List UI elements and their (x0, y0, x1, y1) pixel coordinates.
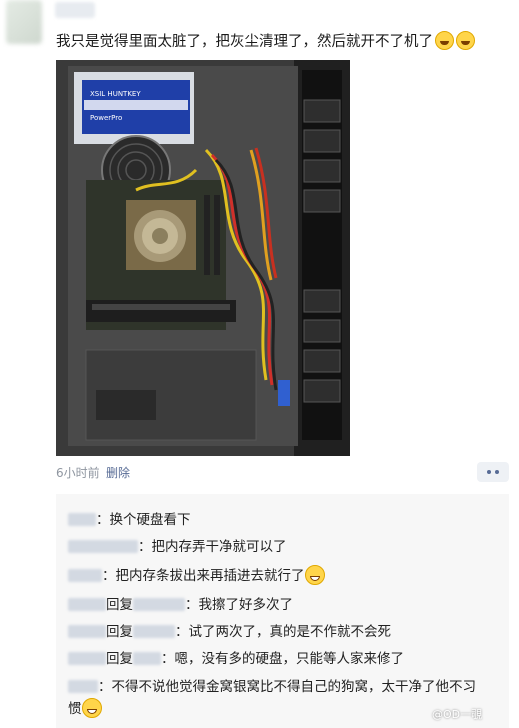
comment-text: ：不得不说他觉得金窝银窝比不得自己的狗窝，太干净了他不习 (98, 679, 476, 695)
laugh-cry-emoji-icon (456, 31, 475, 50)
comment-item[interactable]: ：把内存弄干净就可以了 (68, 538, 287, 556)
more-options-button[interactable] (477, 462, 509, 482)
pc-case-illustration: XSIL HUNTKEY PowerPro (56, 60, 350, 456)
comment-item[interactable]: ：不得不说他觉得金窝银窝比不得自己的狗窝，太干净了他不习 (68, 678, 476, 696)
comment-item[interactable]: ：换个硬盘看下 (68, 511, 191, 529)
post-text-content: 我只是觉得里面太脏了，把灰尘清理了，然后就开不了机了 (56, 34, 433, 50)
post-text: 我只是觉得里面太脏了，把灰尘清理了，然后就开不了机了 (56, 31, 475, 52)
delete-link[interactable]: 删除 (106, 464, 130, 481)
commenter-name[interactable] (68, 652, 106, 665)
comment-item[interactable]: 回复 ：嗯，没有多的硬盘，只能等人家来修了 (68, 650, 404, 668)
commenter-name[interactable] (68, 569, 102, 582)
post-photo[interactable]: XSIL HUNTKEY PowerPro (56, 60, 350, 456)
comment-text: 惯 (68, 701, 82, 717)
comment-text: ：把内存条拔出来再插进去就行了 (102, 568, 305, 584)
grin-emoji-icon (81, 698, 102, 718)
username[interactable] (55, 2, 95, 18)
reply-target-name[interactable] (133, 652, 161, 665)
reply-label: 回复 (106, 624, 133, 640)
comment-item[interactable]: 回复 ：我擦了好多次了 (68, 596, 293, 614)
reply-label: 回复 (106, 597, 133, 613)
reply-target-name[interactable] (133, 625, 175, 638)
commenter-name[interactable] (68, 598, 106, 611)
comment-text: ：试了两次了，真的是不作就不会死 (175, 624, 391, 640)
watermark: @OD一覗 (432, 708, 483, 721)
laugh-cry-emoji-icon (435, 31, 454, 50)
psu-model-label: PowerPro (90, 114, 122, 122)
comment-item-continuation: 惯 (68, 698, 102, 718)
comment-text: ：把内存弄干净就可以了 (138, 539, 287, 555)
psu-brand-label: XSIL HUNTKEY (90, 90, 141, 98)
commenter-name[interactable] (68, 625, 106, 638)
grin-emoji-icon (304, 565, 325, 585)
comment-text: ：换个硬盘看下 (96, 512, 191, 528)
comment-text: ：嗯，没有多的硬盘，只能等人家来修了 (161, 651, 404, 667)
comment-item[interactable]: ：把内存条拔出来再插进去就行了 (68, 565, 325, 585)
more-dots-icon (487, 470, 499, 474)
comment-item[interactable]: 回复 ：试了两次了，真的是不作就不会死 (68, 623, 391, 641)
reply-label: 回复 (106, 651, 133, 667)
avatar[interactable] (6, 0, 42, 44)
post-time: 6小时前 (56, 466, 100, 480)
commenter-name[interactable] (68, 513, 96, 526)
reply-target-name[interactable] (133, 598, 185, 611)
comment-text: ：我擦了好多次了 (185, 597, 293, 613)
commenter-name[interactable] (68, 680, 98, 693)
commenter-name[interactable] (68, 540, 138, 553)
comment-section: ：换个硬盘看下 ：把内存弄干净就可以了 ：把内存条拔出来再插进去就行了 回复 ：我… (56, 494, 509, 728)
